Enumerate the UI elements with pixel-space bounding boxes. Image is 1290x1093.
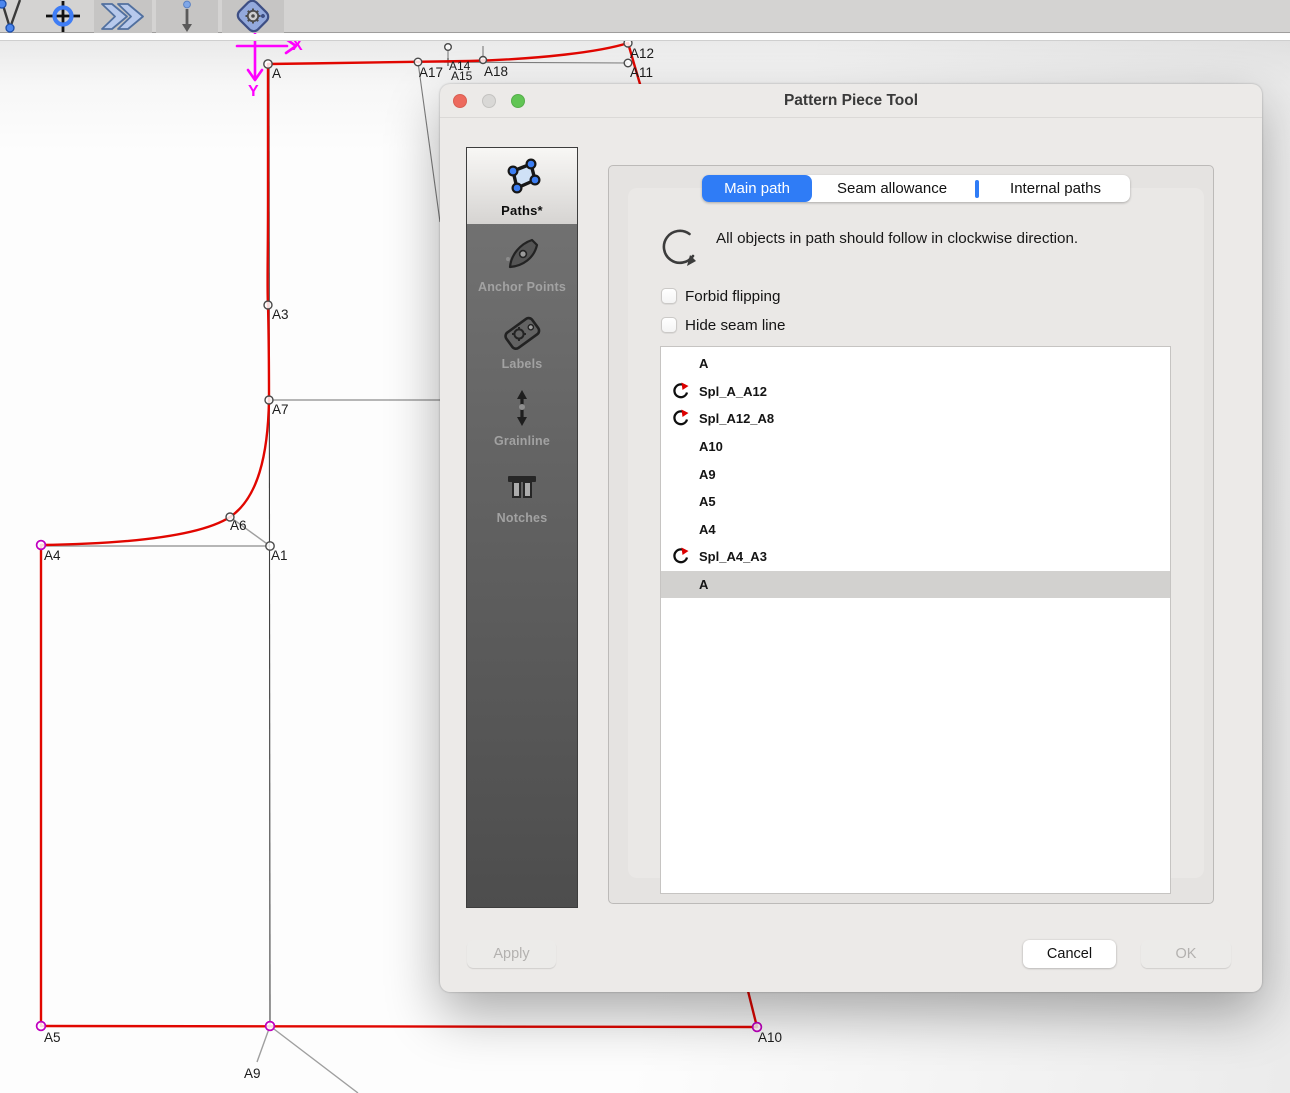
grainline-icon [500, 386, 544, 430]
path-list-item[interactable]: A4 [661, 516, 1170, 544]
tab-divider [975, 180, 979, 198]
point-label: A3 [272, 308, 289, 322]
labels-icon [500, 309, 544, 353]
path-list-item[interactable]: Spl_A4_A3 [661, 543, 1170, 571]
anchor-points-icon [500, 232, 544, 276]
checkbox-row-hide-seam-line[interactable]: Hide seam line [661, 314, 785, 336]
path-item-label: A9 [699, 467, 716, 482]
sidebar-item-label: Paths* [501, 203, 543, 218]
point-label: A10 [758, 1031, 782, 1045]
sidebar-item-labels[interactable]: Labels [467, 301, 577, 378]
point-label: A15 [451, 70, 472, 82]
grainline-arrow-icon[interactable] [156, 0, 218, 33]
toolbar-separator [0, 34, 1290, 41]
path-item-label: A4 [699, 522, 716, 537]
checkbox-row-forbid-flipping[interactable]: Forbid flipping [661, 285, 780, 307]
path-list-item[interactable]: A10 [661, 433, 1170, 461]
tab-main-path[interactable]: Main path [702, 175, 812, 202]
path-item-label: A [699, 356, 708, 371]
notches-icon [500, 463, 544, 507]
apply-button[interactable]: Apply [467, 940, 556, 968]
dialog-title: Pattern Piece Tool [440, 84, 1262, 118]
path-list-item[interactable]: A9 [661, 460, 1170, 488]
sidebar-item-label: Grainline [494, 434, 550, 448]
tab-label: Seam allowance [837, 180, 947, 197]
cancel-button[interactable]: Cancel [1023, 940, 1116, 968]
checkbox-label: Hide seam line [685, 317, 785, 334]
top-toolbar [0, 0, 1290, 33]
seam-allowance-icon[interactable] [94, 0, 152, 33]
curve-path-icon[interactable] [0, 0, 26, 33]
path-list-item[interactable]: Spl_A_A12 [661, 378, 1170, 406]
tab-label: Internal paths [1010, 180, 1101, 197]
sidebar-item-paths[interactable]: Paths* [467, 148, 577, 224]
forbid-flipping-checkbox[interactable] [661, 288, 677, 304]
dialog-titlebar[interactable]: Pattern Piece Tool [440, 84, 1262, 118]
point-label: A4 [44, 549, 61, 563]
point-label: A1 [271, 549, 288, 563]
dialog-sidebar: Paths* Anchor Points [466, 147, 578, 908]
sidebar-item-label: Anchor Points [478, 280, 566, 294]
point-label: A17 [419, 66, 443, 80]
sidebar-item-anchor-points[interactable]: Anchor Points [467, 224, 577, 301]
path-list-item[interactable]: A5 [661, 488, 1170, 516]
direction-note: All objects in path should follow in clo… [716, 228, 1126, 250]
reverse-direction-icon [661, 382, 699, 401]
tab-bar: Main path Seam allowance Internal paths [702, 175, 1130, 202]
path-item-label: A [699, 577, 708, 592]
path-list-item-selected[interactable]: A [661, 571, 1170, 599]
path-item-label: Spl_A4_A3 [699, 549, 767, 564]
reverse-direction-icon [661, 547, 699, 566]
main-path-object-list[interactable]: A Spl_A_A12 Spl_A12_A8 [660, 346, 1171, 894]
tab-seam-allowance[interactable]: Seam allowance [812, 175, 972, 202]
point-label: A12 [630, 47, 654, 61]
move-crosshair-icon[interactable] [34, 0, 92, 33]
paths-icon [500, 155, 544, 199]
point-label: A18 [484, 65, 508, 79]
pattern-piece-tool-dialog: Pattern Piece Tool Paths* [440, 84, 1262, 992]
path-item-label: A10 [699, 439, 723, 454]
reverse-direction-icon [661, 409, 699, 428]
point-label: A9 [244, 1067, 261, 1081]
point-label: A7 [272, 403, 289, 417]
tab-label: Main path [724, 180, 790, 197]
point-label: A5 [44, 1031, 61, 1045]
path-item-label: A5 [699, 494, 716, 509]
label-tag-icon[interactable] [222, 0, 284, 33]
sidebar-item-grainline[interactable]: Grainline [467, 378, 577, 455]
axis-y-label: Y [248, 84, 259, 100]
path-list-item[interactable]: Spl_A12_A8 [661, 405, 1170, 433]
sidebar-item-label: Labels [502, 357, 543, 371]
tab-internal-paths[interactable]: Internal paths [982, 175, 1130, 202]
checkbox-label: Forbid flipping [685, 288, 780, 305]
sidebar-item-label: Notches [497, 511, 548, 525]
path-item-label: Spl_A_A12 [699, 384, 767, 399]
path-item-label: Spl_A12_A8 [699, 411, 774, 426]
point-label: A6 [230, 519, 247, 533]
hide-seam-line-checkbox[interactable] [661, 317, 677, 333]
app-screen: A A17 A14 A15 A18 A12 A11 A3 A7 A6 A1 A4… [0, 0, 1290, 1093]
ok-button[interactable]: OK [1141, 940, 1231, 968]
point-label: A11 [630, 66, 653, 80]
path-list-item[interactable]: A [661, 350, 1170, 378]
clockwise-rotation-icon [661, 226, 703, 275]
sidebar-item-notches[interactable]: Notches [467, 455, 577, 532]
point-label: A [272, 67, 281, 81]
